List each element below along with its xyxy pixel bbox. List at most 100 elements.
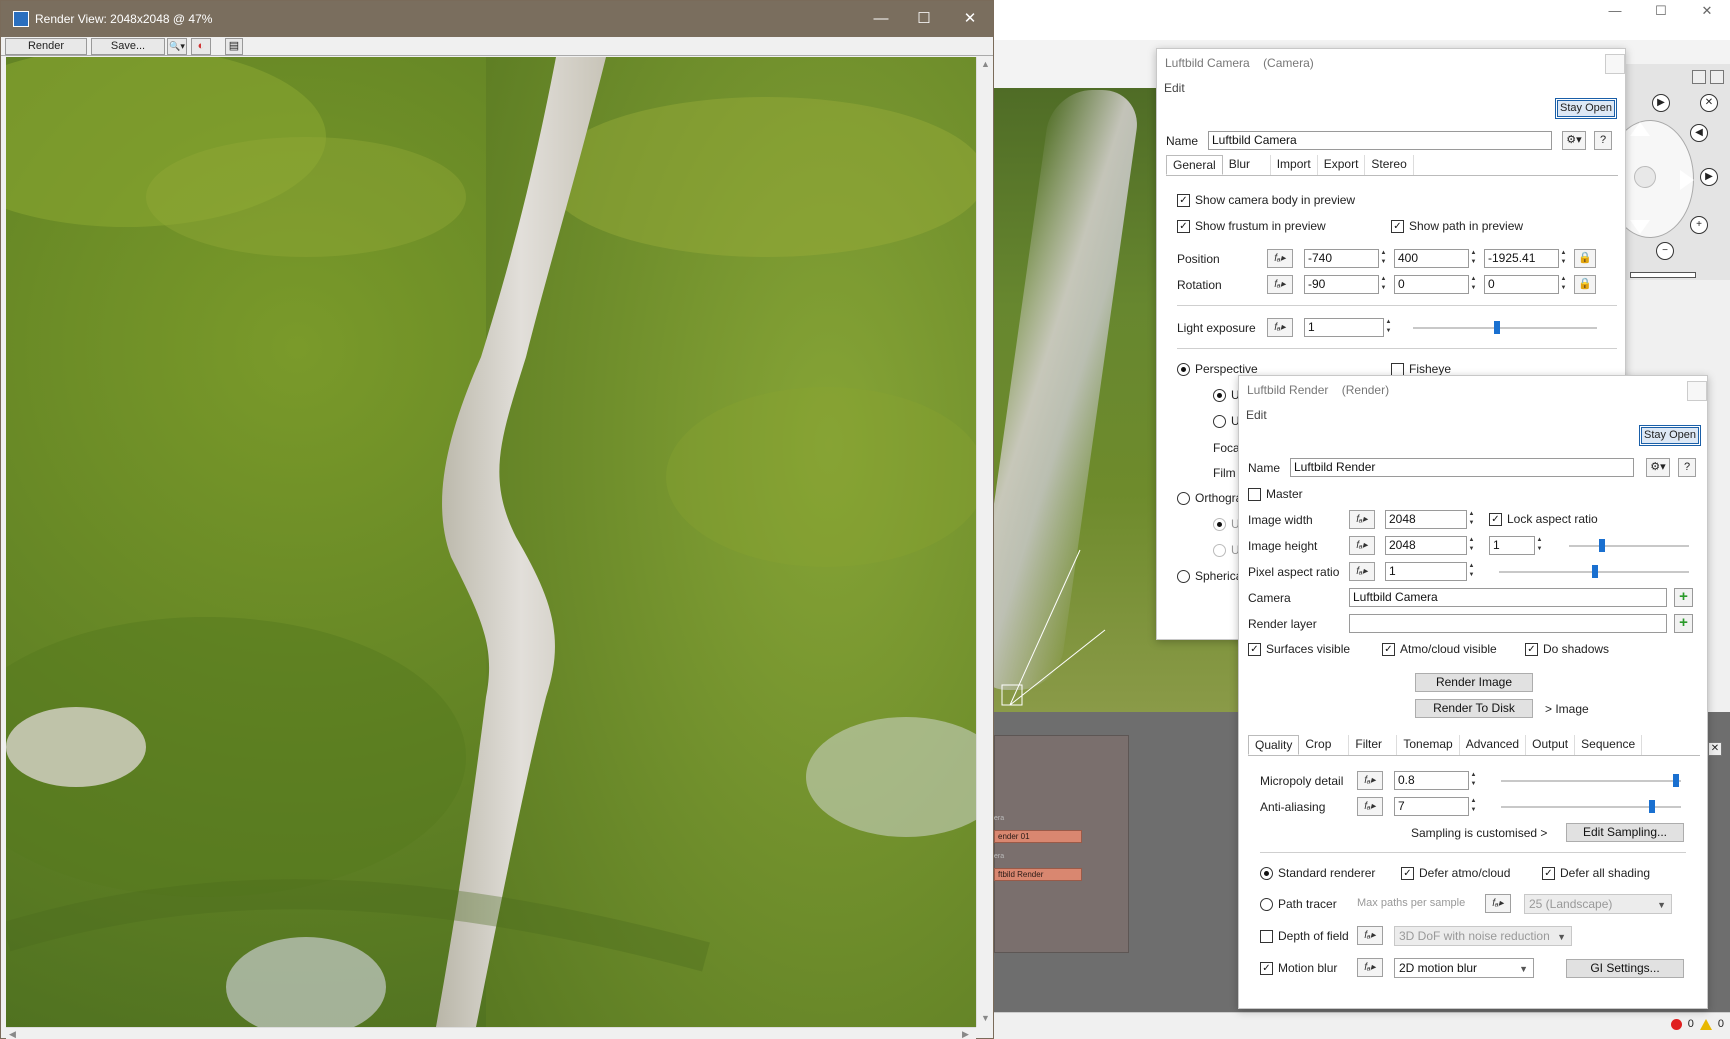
show-body-checkbox[interactable]: ✓ xyxy=(1177,194,1190,207)
motion-blur-select[interactable]: 2D motion blur ▼ xyxy=(1394,958,1534,978)
position-z-spinner[interactable]: ▲ ▼ xyxy=(1559,249,1568,268)
tab-advanced[interactable]: Advanced xyxy=(1460,735,1527,755)
rotation-lock-icon[interactable]: 🔒 xyxy=(1574,275,1596,294)
tab-general[interactable]: General xyxy=(1166,155,1223,175)
tab-sequence[interactable]: Sequence xyxy=(1575,735,1643,755)
nav-close-icon[interactable]: ✕ xyxy=(1700,94,1718,112)
rotation-y-input[interactable]: 0 xyxy=(1394,275,1469,294)
camera-link-input[interactable]: Luftbild Camera xyxy=(1349,588,1667,607)
render-help-button[interactable]: ? xyxy=(1678,458,1696,477)
aspect-slider-track[interactable] xyxy=(1569,545,1689,547)
edit-sampling-button[interactable]: Edit Sampling... xyxy=(1566,823,1684,842)
gi-settings-button[interactable]: GI Settings... xyxy=(1566,959,1684,978)
nav-zoom-out-icon[interactable]: − xyxy=(1656,242,1674,260)
nav-play-icon[interactable]: ▶ xyxy=(1652,94,1670,112)
perspective-radio[interactable] xyxy=(1177,363,1190,376)
camera-settings-gear-icon[interactable]: ⚙▾ xyxy=(1562,131,1586,150)
tab-blur[interactable]: Blur xyxy=(1223,155,1271,175)
max-paths-anim-button[interactable]: fₐ▸ xyxy=(1485,894,1511,913)
max-paths-select[interactable]: 25 (Landscape) ▼ xyxy=(1524,894,1672,914)
color-channels-icon[interactable]: ◐ xyxy=(191,38,211,55)
minimize-icon[interactable]: — xyxy=(871,9,891,29)
light-exposure-slider-track[interactable] xyxy=(1413,327,1597,329)
render-edit-menu[interactable]: Edit xyxy=(1246,408,1267,422)
nav-view-icon[interactable] xyxy=(1692,70,1706,84)
aspect-slider-thumb[interactable] xyxy=(1599,539,1605,552)
position-lock-icon[interactable]: 🔒 xyxy=(1574,249,1596,268)
camera-add-plus-icon[interactable]: + xyxy=(1674,588,1693,607)
spherical-radio[interactable] xyxy=(1177,570,1190,583)
node-luftbild-render[interactable]: ftbild Render xyxy=(994,868,1082,881)
rotation-x-spinner[interactable]: ▲ ▼ xyxy=(1379,275,1388,294)
tab-output[interactable]: Output xyxy=(1526,735,1576,755)
rotation-z-input[interactable]: 0 xyxy=(1484,275,1559,294)
node-render-01[interactable]: ender 01 xyxy=(994,830,1082,843)
surfaces-visible-checkbox[interactable]: ✓ xyxy=(1248,643,1261,656)
micropoly-slider-thumb[interactable] xyxy=(1673,774,1679,787)
render-dialog-close-button[interactable] xyxy=(1687,381,1707,401)
maximize-icon[interactable]: ☐ xyxy=(914,9,934,29)
scroll-left-icon[interactable]: ◀ xyxy=(9,1029,16,1039)
aspect-ratio-spinner[interactable]: ▲ ▼ xyxy=(1535,536,1544,555)
ortho-option-1-radio[interactable] xyxy=(1213,518,1226,531)
light-exposure-spinner[interactable]: ▲ ▼ xyxy=(1384,318,1393,337)
tab-filter[interactable]: Filter xyxy=(1349,735,1398,755)
position-y-spinner[interactable]: ▲ ▼ xyxy=(1469,249,1478,268)
position-y-input[interactable]: 400 xyxy=(1394,249,1469,268)
nav-right-arrow-icon[interactable] xyxy=(1680,170,1694,190)
image-width-spinner[interactable]: ▲ ▼ xyxy=(1467,510,1476,529)
bg-maximize-icon[interactable]: ☐ xyxy=(1638,0,1684,22)
defer-atmo-checkbox[interactable]: ✓ xyxy=(1401,867,1414,880)
show-frustum-checkbox[interactable]: ✓ xyxy=(1177,220,1190,233)
micropoly-anim-button[interactable]: fₐ▸ xyxy=(1357,771,1383,790)
defer-shading-checkbox[interactable]: ✓ xyxy=(1542,867,1555,880)
nav-speed-bar[interactable] xyxy=(1630,272,1696,278)
scroll-up-icon[interactable]: ▲ xyxy=(981,59,990,69)
camera-dialog-close-button[interactable] xyxy=(1605,54,1625,74)
light-exposure-input[interactable]: 1 xyxy=(1304,318,1384,337)
position-x-input[interactable]: -740 xyxy=(1304,249,1379,268)
pixel-aspect-slider-thumb[interactable] xyxy=(1592,565,1598,578)
perspective-option-1-radio[interactable] xyxy=(1213,389,1226,402)
bg-close-icon[interactable]: ✕ xyxy=(1684,0,1730,22)
antialias-spinner[interactable]: ▲ ▼ xyxy=(1469,797,1478,816)
antialias-slider-thumb[interactable] xyxy=(1649,800,1655,813)
document-icon[interactable]: ▤ xyxy=(225,38,243,55)
image-width-input[interactable]: 2048 xyxy=(1385,510,1467,529)
pixel-aspect-spinner[interactable]: ▲ ▼ xyxy=(1467,562,1476,581)
camera-edit-menu[interactable]: Edit xyxy=(1164,81,1185,95)
render-settings-gear-icon[interactable]: ⚙▾ xyxy=(1646,458,1670,477)
nav-back-icon[interactable]: ◀ xyxy=(1690,124,1708,142)
dof-anim-button[interactable]: fₐ▸ xyxy=(1357,926,1383,945)
vertical-scrollbar[interactable]: ▲ ▼ xyxy=(976,57,992,1027)
atmo-visible-checkbox[interactable]: ✓ xyxy=(1382,643,1395,656)
antialias-input[interactable]: 7 xyxy=(1394,797,1469,816)
tab-quality[interactable]: Quality xyxy=(1248,735,1300,755)
image-height-spinner[interactable]: ▲ ▼ xyxy=(1467,536,1476,555)
camera-help-button[interactable]: ? xyxy=(1594,131,1612,150)
render-image-button[interactable]: Render Image xyxy=(1415,673,1533,692)
render-to-disk-button[interactable]: Render To Disk xyxy=(1415,699,1533,718)
nav-center-icon[interactable] xyxy=(1634,166,1656,188)
camera-stay-open-button[interactable]: Stay Open xyxy=(1555,98,1617,119)
node-graph-panel[interactable] xyxy=(994,735,1129,953)
nav-forward-icon[interactable]: ▶ xyxy=(1700,168,1718,186)
nav-layout-icon[interactable] xyxy=(1710,70,1724,84)
nav-up-arrow-icon[interactable] xyxy=(1630,122,1650,136)
rotation-anim-button[interactable]: fₐ▸ xyxy=(1267,275,1293,294)
render-button[interactable]: Render xyxy=(5,38,87,55)
standard-renderer-radio[interactable] xyxy=(1260,867,1273,880)
micropoly-slider-track[interactable] xyxy=(1501,780,1681,782)
rotation-x-input[interactable]: -90 xyxy=(1304,275,1379,294)
render-layer-add-plus-icon[interactable]: + xyxy=(1674,614,1693,633)
tab-stereo[interactable]: Stereo xyxy=(1365,155,1414,175)
render-name-input[interactable]: Luftbild Render xyxy=(1290,458,1634,477)
scroll-down-icon[interactable]: ▼ xyxy=(981,1013,990,1023)
sampling-status-link[interactable]: Sampling is customised > xyxy=(1411,826,1547,840)
pixel-aspect-input[interactable]: 1 xyxy=(1385,562,1467,581)
status-indicators[interactable]: 0 0 xyxy=(1670,1018,1724,1030)
micropoly-spinner[interactable]: ▲ ▼ xyxy=(1469,771,1478,790)
pixel-aspect-anim-button[interactable]: fₐ▸ xyxy=(1349,562,1375,581)
nav-down-arrow-icon[interactable] xyxy=(1630,220,1650,234)
rotation-z-spinner[interactable]: ▲ ▼ xyxy=(1559,275,1568,294)
